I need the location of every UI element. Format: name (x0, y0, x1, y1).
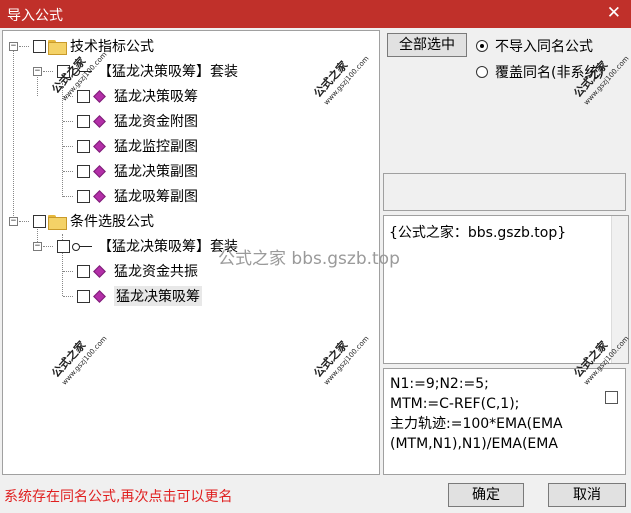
tree-label: 猛龙资金附图 (114, 114, 198, 130)
formula-icon (93, 264, 106, 278)
tree-checkbox[interactable] (33, 39, 46, 53)
formula-icon (93, 289, 106, 303)
tree-label: 猛龙吸筹副图 (114, 189, 198, 205)
code-line: MTM:=C-REF(C,1); (390, 396, 520, 412)
radio-selected-icon (476, 40, 488, 52)
code-checkbox[interactable] (605, 391, 618, 404)
key-icon (72, 240, 94, 253)
tree-checkbox[interactable] (33, 214, 46, 228)
code-line: (MTM,N1),N1)/EMA(EMA (390, 436, 558, 452)
tree-label: 猛龙决策副图 (114, 164, 198, 180)
tree-node-stock-selection[interactable]: − 条件选股公式 (9, 210, 154, 232)
folder-icon (48, 39, 67, 55)
tree-checkbox[interactable] (77, 139, 90, 153)
overlay-watermark: 公式之家 bbs.gszb.top (218, 249, 400, 269)
tree-node-item[interactable]: 猛龙资金附图 (62, 110, 198, 132)
formula-icon (93, 89, 106, 103)
tree-node-item[interactable]: 猛龙监控副图 (62, 135, 198, 157)
description-text: {公式之家：bbs.gszb.top} (389, 225, 567, 241)
ok-button[interactable]: 确定 (448, 483, 524, 507)
formula-icon (93, 189, 106, 203)
tree-checkbox[interactable] (77, 114, 90, 128)
radio-icon (476, 66, 488, 78)
tree-label: 【猛龙决策吸筹】套装 (98, 239, 238, 255)
tree-node-item[interactable]: 猛龙吸筹副图 (62, 185, 198, 207)
title-bar: 导入公式 ✕ (0, 0, 631, 28)
code-line: 主力轨迹:=100*EMA(EMA (390, 416, 563, 432)
tree-label: 猛龙资金共振 (114, 264, 198, 280)
collapse-icon[interactable]: − (9, 216, 18, 226)
tree-label: 【猛龙决策吸筹】套装 (98, 64, 238, 80)
tree-checkbox[interactable] (77, 189, 90, 203)
window-title: 导入公式 (7, 8, 63, 24)
code-line: N1:=9;N2:=5; (390, 376, 489, 392)
tree-checkbox[interactable] (57, 239, 70, 253)
collapse-icon[interactable]: − (33, 241, 42, 251)
info-box (383, 173, 626, 211)
close-icon[interactable]: ✕ (607, 3, 621, 23)
collapse-icon[interactable]: − (33, 66, 42, 76)
tree-checkbox[interactable] (77, 264, 90, 278)
radio-label: 不导入同名公式 (495, 39, 593, 55)
formula-icon (93, 139, 106, 153)
tree-node-item[interactable]: 猛龙决策吸筹 (62, 85, 198, 107)
tree-node-suite-2[interactable]: − 【猛龙决策吸筹】套装 (33, 235, 238, 257)
tree-label: 猛龙监控副图 (114, 139, 198, 155)
radio-skip-duplicates[interactable]: 不导入同名公式 (476, 36, 593, 56)
select-all-button[interactable]: 全部选中 (387, 33, 467, 57)
tree-checkbox[interactable] (77, 164, 90, 178)
tree-label-selected: 猛龙决策吸筹 (114, 286, 202, 306)
tree-node-item[interactable]: 猛龙决策吸筹 (62, 285, 202, 307)
collapse-icon[interactable]: − (9, 41, 18, 51)
formula-icon (93, 164, 106, 178)
tree-node-item[interactable]: 猛龙决策副图 (62, 160, 198, 182)
tree-label: 猛龙决策吸筹 (114, 89, 198, 105)
cancel-button[interactable]: 取消 (548, 483, 626, 507)
tree-label: 条件选股公式 (70, 214, 154, 230)
tree-checkbox[interactable] (77, 289, 90, 303)
description-panel[interactable]: {公式之家：bbs.gszb.top} (383, 215, 629, 364)
folder-icon (48, 214, 67, 230)
status-message: 系统存在同名公式,再次点击可以更名 (4, 489, 233, 505)
formula-icon (93, 114, 106, 128)
tree-node-item[interactable]: 猛龙资金共振 (62, 260, 198, 282)
